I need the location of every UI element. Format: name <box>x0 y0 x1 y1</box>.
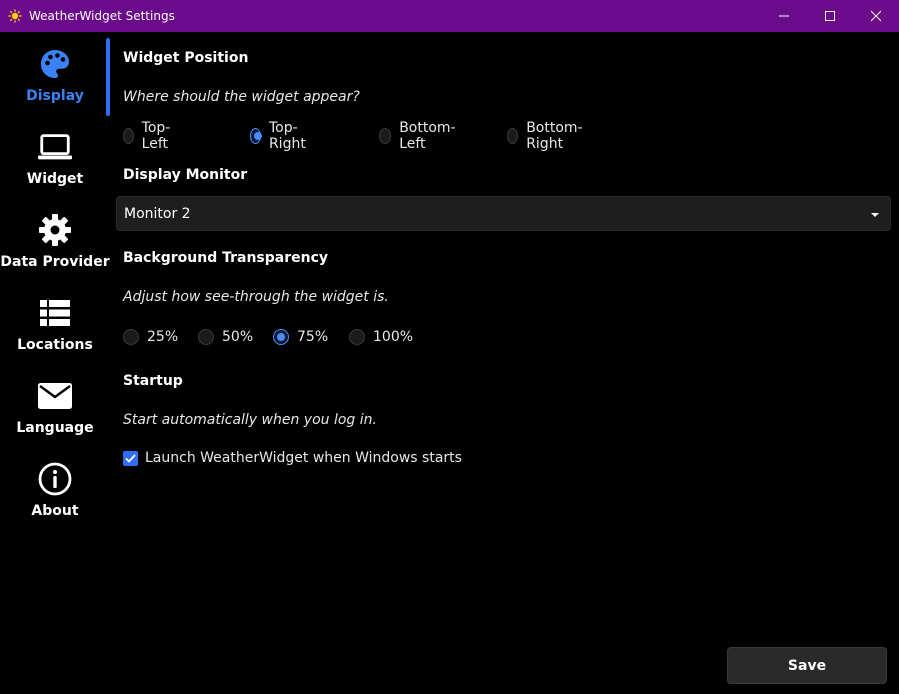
section-title-startup: Startup <box>123 373 183 389</box>
settings-panel: Widget Position Where should the widget … <box>110 32 899 694</box>
section-title-widget-position: Widget Position <box>123 50 249 66</box>
close-button[interactable] <box>853 0 899 32</box>
maximize-icon <box>825 11 835 21</box>
startup-description: Start automatically when you log in. <box>123 412 377 428</box>
sidebar-item-label: Language <box>16 420 94 436</box>
gear-icon <box>37 212 73 248</box>
sidebar-item-label: Locations <box>17 337 93 353</box>
radio-50-percent[interactable]: 50% <box>198 327 253 347</box>
envelope-icon <box>37 378 73 414</box>
radio-indicator <box>379 128 392 144</box>
info-icon <box>37 461 73 497</box>
window-title: WeatherWidget Settings <box>29 9 175 23</box>
radio-top-right[interactable]: Top-Right <box>250 120 311 152</box>
sidebar-item-data-provider[interactable]: Data Provider <box>0 198 110 281</box>
checkbox-box <box>123 450 138 466</box>
close-icon <box>871 11 881 21</box>
radio-bottom-left[interactable]: Bottom-Left <box>379 120 459 152</box>
radio-indicator <box>507 128 519 144</box>
sidebar-item-about[interactable]: About <box>0 447 110 530</box>
radio-indicator <box>198 329 214 345</box>
transparency-description: Adjust how see-through the widget is. <box>123 289 389 305</box>
launch-on-startup-label: Launch WeatherWidget when Windows starts <box>145 450 462 466</box>
launch-on-startup-checkbox[interactable]: Launch WeatherWidget when Windows starts <box>123 450 462 466</box>
radio-indicator <box>123 128 134 144</box>
radio-indicator <box>250 128 262 144</box>
radio-75-percent[interactable]: 75% <box>273 327 328 347</box>
monitor-select[interactable]: Monitor 2 <box>116 196 891 231</box>
sidebar-item-display[interactable]: Display <box>0 32 110 115</box>
radio-100-percent[interactable]: 100% <box>349 327 413 347</box>
maximize-button[interactable] <box>807 0 853 32</box>
palette-icon <box>37 46 73 82</box>
save-button[interactable]: Save <box>727 647 887 684</box>
radio-indicator <box>123 329 139 345</box>
chevron-down-icon <box>871 213 879 217</box>
radio-indicator <box>273 329 289 345</box>
sidebar: Display Widget Data Provider Locations L… <box>0 32 110 694</box>
monitor-select-value: Monitor 2 <box>124 206 191 222</box>
radio-25-percent[interactable]: 25% <box>123 327 178 347</box>
widget-position-description: Where should the widget appear? <box>123 89 360 105</box>
sidebar-item-label: About <box>31 503 79 519</box>
sidebar-item-locations[interactable]: Locations <box>0 281 110 364</box>
title-bar[interactable]: WeatherWidget Settings <box>0 0 899 32</box>
minimize-button[interactable] <box>761 0 807 32</box>
sun-icon <box>8 9 22 23</box>
radio-indicator <box>349 329 365 345</box>
sidebar-item-widget[interactable]: Widget <box>0 115 110 198</box>
section-title-display-monitor: Display Monitor <box>123 167 248 183</box>
radio-bottom-right[interactable]: Bottom-Right <box>507 120 587 152</box>
laptop-icon <box>37 129 73 165</box>
sidebar-item-language[interactable]: Language <box>0 364 110 447</box>
section-title-background-transparency: Background Transparency <box>123 250 329 266</box>
radio-top-left[interactable]: Top-Left <box>123 120 176 152</box>
sidebar-item-label: Display <box>26 88 84 104</box>
sidebar-item-label: Widget <box>26 171 84 187</box>
list-icon <box>37 295 73 331</box>
minimize-icon <box>779 15 789 17</box>
checkmark-icon <box>125 453 136 463</box>
sidebar-item-label: Data Provider <box>0 254 110 270</box>
